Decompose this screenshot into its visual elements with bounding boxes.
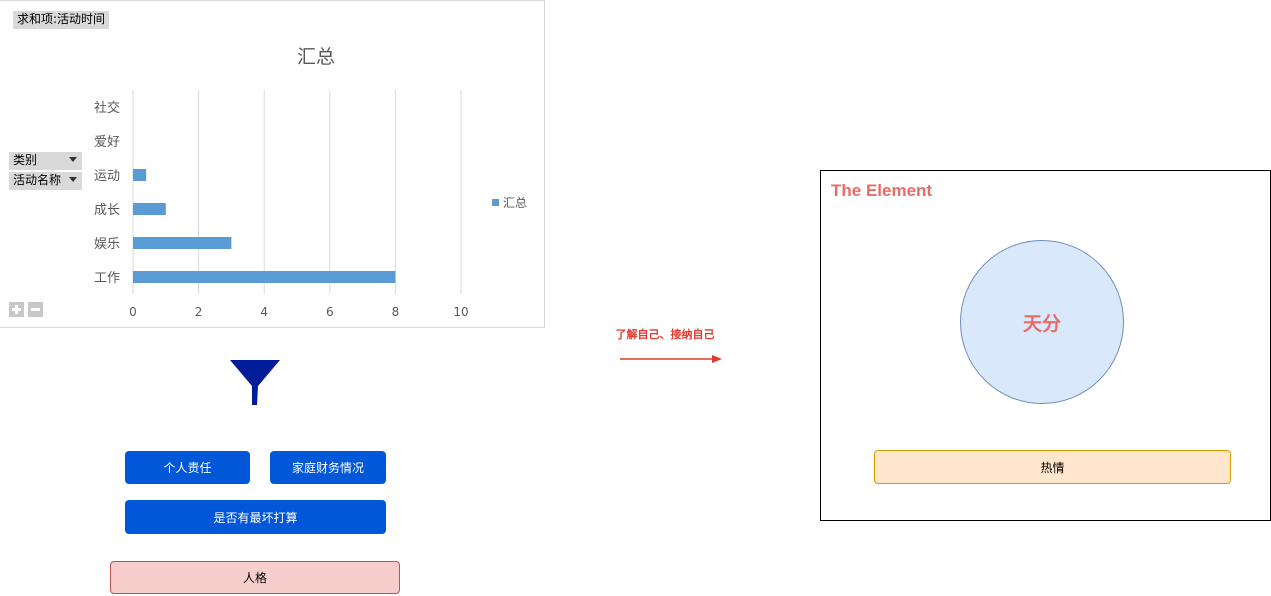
plus-icon-vertical — [15, 305, 18, 314]
personality-box: 人格 — [110, 561, 400, 594]
passion-box: 热情 — [874, 450, 1231, 484]
x-tick-label: 0 — [129, 305, 137, 319]
arrow-label: 了解自己、接纳自己 — [615, 328, 715, 341]
category-label: 成长 — [94, 203, 120, 218]
right-arrow-icon — [620, 355, 722, 363]
bar — [133, 271, 396, 283]
category-label: 社交 — [94, 100, 120, 116]
category-field-label: 类别 — [13, 153, 38, 167]
element-frame: The Element 天分 热情 — [820, 170, 1271, 521]
x-tick-label: 8 — [392, 305, 400, 319]
funnel-icon — [230, 360, 280, 405]
element-title: The Element — [831, 181, 933, 200]
x-tick-label: 6 — [326, 305, 334, 319]
chevron-down-icon — [69, 157, 77, 162]
activity-name-field-label: 活动名称 — [13, 173, 62, 187]
x-tick-label: 2 — [195, 305, 203, 319]
value-field-label: 求和项:活动时间 — [17, 12, 106, 26]
pivot-chart-panel: 汇总 0 2 4 6 8 10 社交爱好运动成长娱乐工作 汇总 求和项:活动时间 类别 活动名称 — [0, 0, 545, 328]
talent-circle: 天分 — [960, 240, 1124, 404]
bar — [133, 203, 166, 215]
bar — [133, 169, 147, 181]
minus-icon — [31, 308, 40, 311]
category-label: 运动 — [94, 169, 120, 184]
category-field-button[interactable]: 类别 — [9, 152, 82, 170]
personality-label: 人格 — [242, 571, 267, 585]
personal-responsibility-label: 个人责任 — [163, 461, 212, 475]
category-label: 爱好 — [94, 135, 120, 150]
chart-title: 汇总 — [297, 46, 335, 68]
personal-responsibility-box: 个人责任 — [125, 451, 250, 484]
worst-case-plan-label: 是否有最坏打算 — [213, 510, 298, 525]
x-tick-label: 4 — [260, 305, 268, 319]
category-label: 娱乐 — [94, 237, 120, 252]
worst-case-plan-box: 是否有最坏打算 — [125, 500, 386, 534]
expand-button[interactable] — [9, 302, 24, 317]
legend-label: 汇总 — [503, 196, 527, 210]
passion-label: 热情 — [1040, 460, 1065, 475]
activity-name-field-button[interactable]: 活动名称 — [9, 172, 82, 190]
bar — [133, 237, 232, 249]
family-finance-box: 家庭财务情况 — [270, 451, 386, 484]
chevron-down-icon — [69, 177, 77, 182]
legend-swatch — [492, 199, 499, 206]
value-field-button[interactable]: 求和项:活动时间 — [13, 11, 110, 29]
talent-label: 天分 — [1022, 312, 1061, 335]
family-finance-label: 家庭财务情况 — [291, 461, 364, 475]
x-tick-label: 10 — [453, 305, 468, 319]
collapse-button[interactable] — [28, 302, 43, 317]
category-label: 工作 — [94, 271, 120, 286]
